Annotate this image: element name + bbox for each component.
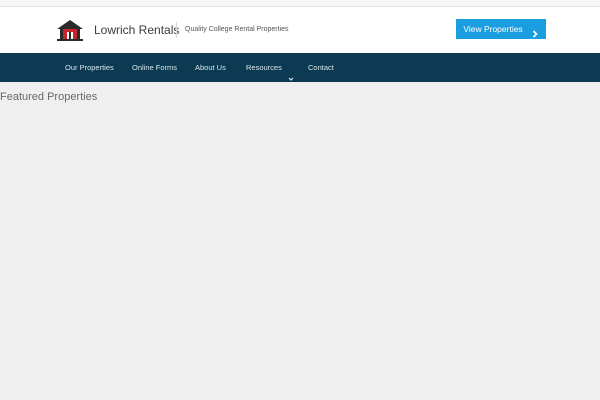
nav-item-label: Online Forms xyxy=(132,63,178,72)
featured-properties-heading: Featured Properties xyxy=(0,91,98,103)
chevron-right-icon xyxy=(531,25,539,38)
top-strip xyxy=(0,0,600,7)
page: Lowrich Rentals Quality College Rental P… xyxy=(0,0,600,400)
view-properties-label: View Properties xyxy=(463,24,523,34)
nav-item-label: About Us xyxy=(195,63,226,72)
nav-item-label: Resources xyxy=(246,63,282,72)
site-title[interactable]: Lowrich Rentals xyxy=(94,21,179,39)
header-divider xyxy=(176,22,177,38)
main-nav: Our Properties Online Forms About Us Res… xyxy=(0,53,600,82)
site-tagline: Quality College Rental Properties xyxy=(185,26,289,33)
house-logo-icon[interactable] xyxy=(57,19,83,41)
view-properties-button[interactable]: View Properties xyxy=(456,19,546,39)
nav-item-label: Contact xyxy=(308,63,334,72)
nav-item-our-properties[interactable]: Our Properties xyxy=(65,53,114,82)
nav-item-online-forms[interactable]: Online Forms xyxy=(132,53,177,82)
nav-item-about-us[interactable]: About Us xyxy=(195,53,226,82)
nav-item-contact[interactable]: Contact xyxy=(308,53,334,82)
site-header: Lowrich Rentals Quality College Rental P… xyxy=(0,7,600,53)
chevron-down-icon xyxy=(288,65,294,81)
nav-item-label: Our Properties xyxy=(65,63,114,72)
nav-item-resources[interactable]: Resources xyxy=(246,53,294,82)
